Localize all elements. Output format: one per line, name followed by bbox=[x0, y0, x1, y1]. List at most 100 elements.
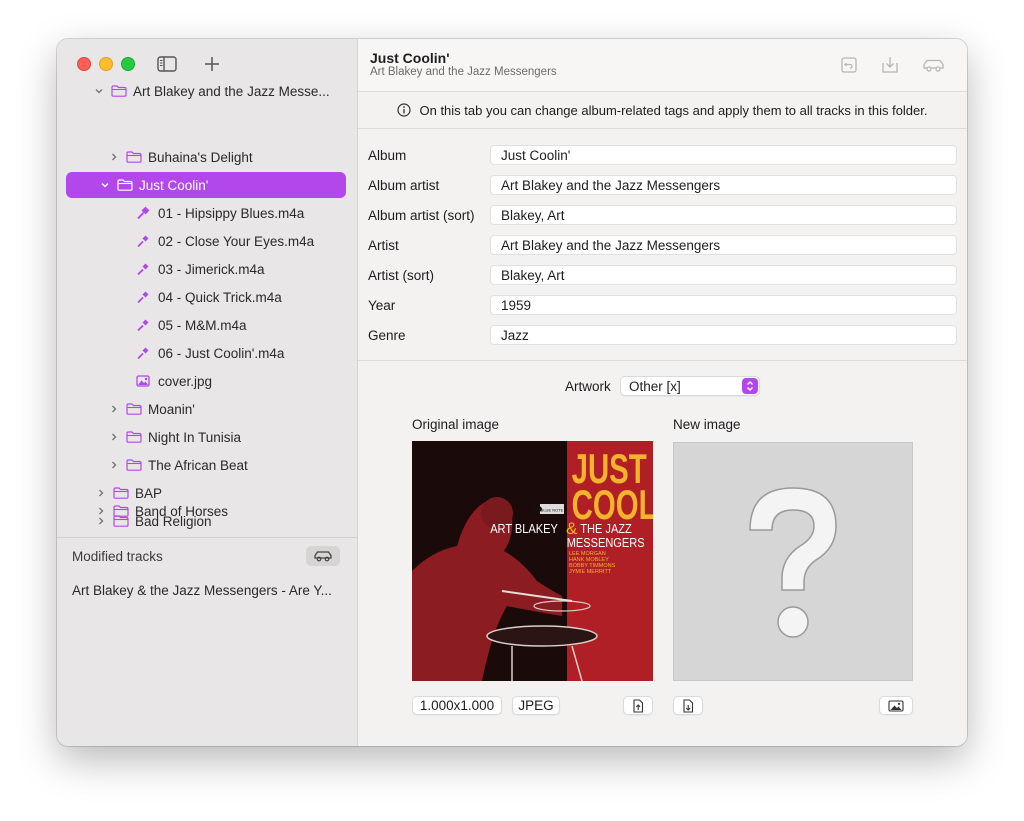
folder-icon bbox=[111, 85, 127, 97]
tree-item-track-06[interactable]: 06 - Just Coolin'.m4a bbox=[66, 340, 346, 366]
tree-item-label: 05 - M&M.m4a bbox=[158, 317, 247, 333]
tree-item-label: Night In Tunisia bbox=[148, 429, 242, 445]
tree-item-the-african-beat[interactable]: The African Beat bbox=[66, 452, 346, 478]
cover-artist-right2: MESSENGERS bbox=[567, 535, 645, 550]
tree-item-track-02[interactable]: 02 - Close Your Eyes.m4a bbox=[66, 228, 346, 254]
chevron-right-icon[interactable] bbox=[109, 460, 119, 470]
tree-item-label: Band of Horses bbox=[135, 503, 229, 519]
tree-item-track-05[interactable]: 05 - M&M.m4a bbox=[66, 312, 346, 338]
page-title: Just Coolin' bbox=[370, 50, 450, 66]
info-text: On this tab you can change album-related… bbox=[419, 102, 928, 118]
field-artist-sort: Artist (sort) Blakey, Art bbox=[368, 264, 957, 286]
choose-image-button[interactable] bbox=[879, 696, 913, 715]
tree-item-track-04[interactable]: 04 - Quick Trick.m4a bbox=[66, 284, 346, 310]
tree-item-band-of-horses[interactable]: Band of Horses bbox=[66, 498, 346, 524]
tree-item-moanin[interactable]: Moanin' bbox=[66, 396, 346, 422]
tree-item-label: 01 - Hipsippy Blues.m4a bbox=[158, 205, 305, 221]
sidebar: Art Blakey and the Jazz Messe... Buhaina… bbox=[57, 39, 358, 746]
tree-item-label: Buhaina's Delight bbox=[148, 149, 253, 165]
artist-input[interactable]: Art Blakey and the Jazz Messengers bbox=[490, 235, 957, 255]
save-modified-button[interactable] bbox=[306, 546, 340, 566]
image-format-badge: JPEG bbox=[512, 696, 560, 715]
sidebar-toggle-icon[interactable] bbox=[157, 55, 177, 73]
cover-artist-right1: THE JAZZ bbox=[580, 521, 631, 536]
year-input[interactable]: 1959 bbox=[490, 295, 957, 315]
file-tree: Art Blakey and the Jazz Messe... Buhaina… bbox=[57, 84, 357, 534]
chevron-right-icon[interactable] bbox=[109, 432, 119, 442]
artwork-label: Artwork bbox=[565, 379, 611, 394]
tree-item-label: 04 - Quick Trick.m4a bbox=[158, 289, 282, 305]
label-logo-text: BLUE NOTE bbox=[541, 508, 564, 513]
field-label: Artist (sort) bbox=[368, 267, 434, 283]
apply-car-icon[interactable] bbox=[921, 55, 947, 75]
export-image-button[interactable] bbox=[623, 696, 653, 715]
field-label: Genre bbox=[368, 327, 406, 343]
close-window-button[interactable] bbox=[77, 57, 91, 71]
audio-file-icon bbox=[137, 291, 149, 304]
select-stepper[interactable] bbox=[742, 378, 758, 394]
field-label: Album artist (sort) bbox=[368, 207, 475, 223]
tree-item-art-blakey[interactable]: Art Blakey and the Jazz Messe... bbox=[66, 84, 346, 104]
folder-icon bbox=[126, 431, 142, 443]
info-bar: On this tab you can change album-related… bbox=[358, 92, 967, 129]
artwork-type-select[interactable]: Other [x] bbox=[620, 376, 760, 396]
download-icon[interactable] bbox=[880, 55, 900, 75]
folder-icon bbox=[126, 403, 142, 415]
genre-input[interactable]: Jazz bbox=[490, 325, 957, 345]
page-subtitle: Art Blakey and the Jazz Messengers bbox=[370, 66, 557, 78]
minimize-window-button[interactable] bbox=[99, 57, 113, 71]
field-label: Album bbox=[368, 147, 407, 163]
chevron-right-icon[interactable] bbox=[109, 404, 119, 414]
new-image-label: New image bbox=[673, 417, 741, 432]
chevron-right-icon[interactable] bbox=[109, 152, 119, 162]
import-image-file-button[interactable] bbox=[673, 696, 703, 715]
revert-icon[interactable] bbox=[839, 55, 859, 75]
field-genre: Genre Jazz bbox=[368, 324, 957, 346]
tree-item-track-03[interactable]: 03 - Jimerick.m4a bbox=[66, 256, 346, 282]
tree-item-night-in-tunisia[interactable]: Night In Tunisia bbox=[66, 424, 346, 450]
field-year: Year 1959 bbox=[368, 294, 957, 316]
document-download-icon bbox=[683, 698, 694, 713]
main-panel: Just Coolin' Art Blakey and the Jazz Mes… bbox=[358, 39, 967, 746]
modified-track-item[interactable]: Art Blakey & the Jazz Messengers - Are Y… bbox=[72, 583, 332, 598]
field-album-artist-sort: Album artist (sort) Blakey, Art bbox=[368, 204, 957, 226]
photo-icon bbox=[888, 699, 904, 712]
chevron-down-icon[interactable] bbox=[100, 180, 110, 190]
tree-item-cover-jpg[interactable]: cover.jpg bbox=[66, 368, 346, 394]
chevron-right-icon[interactable] bbox=[96, 488, 106, 498]
field-label: Artist bbox=[368, 237, 399, 253]
tree-item-track-01[interactable]: 01 - Hipsippy Blues.m4a bbox=[66, 200, 346, 226]
album-artist-sort-input[interactable]: Blakey, Art bbox=[490, 205, 957, 225]
artist-sort-input[interactable]: Blakey, Art bbox=[490, 265, 957, 285]
app-window: Art Blakey and the Jazz Messe... Buhaina… bbox=[57, 39, 967, 746]
chevron-down-icon[interactable] bbox=[94, 86, 104, 96]
album-cover-art: BLUE NOTE JUST COOLIN' ART BLAKEY & THE … bbox=[412, 441, 653, 681]
header: Just Coolin' Art Blakey and the Jazz Mes… bbox=[358, 39, 967, 92]
album-input[interactable]: Just Coolin' bbox=[490, 145, 957, 165]
image-dimensions-badge: 1.000x1.000 bbox=[412, 696, 502, 715]
sidebar-divider bbox=[57, 537, 357, 538]
artwork-select-value: Other [x] bbox=[629, 378, 681, 394]
album-artist-input[interactable]: Art Blakey and the Jazz Messengers bbox=[490, 175, 957, 195]
audio-file-icon bbox=[137, 347, 149, 360]
original-album-cover: BLUE NOTE JUST COOLIN' ART BLAKEY & THE … bbox=[412, 441, 653, 681]
chevron-right-icon[interactable] bbox=[96, 506, 106, 516]
field-label: Album artist bbox=[368, 177, 440, 193]
tree-item-buhainas-delight[interactable]: Buhaina's Delight bbox=[66, 144, 346, 170]
chevron-up-down-icon bbox=[747, 381, 753, 391]
tree-item-just-coolin[interactable]: Just Coolin' bbox=[66, 172, 346, 198]
new-image-drop-area[interactable] bbox=[673, 442, 913, 681]
audio-file-icon bbox=[137, 206, 150, 220]
audio-file-icon bbox=[137, 235, 149, 248]
field-album: Album Just Coolin' bbox=[368, 144, 957, 166]
zoom-window-button[interactable] bbox=[121, 57, 135, 71]
cover-credit: JYMIE MERRITT bbox=[569, 569, 612, 575]
audio-file-icon bbox=[137, 263, 149, 276]
add-icon[interactable] bbox=[202, 55, 222, 73]
folder-icon bbox=[113, 505, 129, 517]
section-divider bbox=[358, 360, 967, 361]
cover-artist-left: ART BLAKEY bbox=[490, 521, 558, 536]
image-file-icon bbox=[136, 375, 150, 387]
original-image-label: Original image bbox=[412, 417, 500, 432]
field-label: Year bbox=[368, 297, 396, 313]
